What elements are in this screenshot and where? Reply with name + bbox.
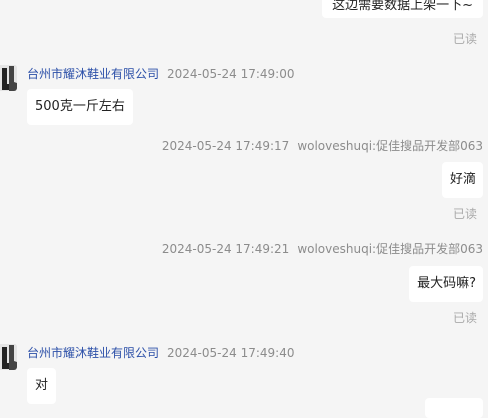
message-time: 2024-05-24 17:49:21	[161, 242, 290, 256]
sender-name[interactable]: 台州市耀沐鞋业有限公司	[27, 67, 159, 81]
message-text: 500克一斤左右	[35, 99, 125, 114]
read-status: 已读	[452, 311, 477, 325]
boot-icon	[0, 344, 17, 370]
message-header: 台州市耀沐鞋业有限公司 2024-05-24 17:49:00	[27, 65, 294, 82]
message-header: 2024-05-24 17:49:17 woloveshuqi:促佳搜品开发部06…	[162, 137, 483, 154]
outgoing-message-bubble: 好滴	[441, 162, 483, 198]
sender-name: woloveshuqi:促佳搜品开发部063	[297, 139, 483, 153]
outgoing-message-bubble	[425, 398, 483, 418]
message-text: 这边需要数据上架一下~	[332, 0, 473, 13]
message-header: 2024-05-24 17:49:21 woloveshuqi:促佳搜品开发部06…	[162, 240, 483, 257]
message-text: 好滴	[449, 172, 476, 187]
outgoing-message-bubble: 最大码嘛?	[409, 266, 483, 302]
message-time: 2024-05-24 17:49:17	[161, 139, 290, 153]
outgoing-message-bubble: 这边需要数据上架一下~	[322, 0, 483, 18]
incoming-message-bubble: 500克一斤左右	[27, 89, 133, 125]
avatar[interactable]	[0, 65, 17, 91]
boot-icon	[0, 65, 17, 91]
sender-name: woloveshuqi:促佳搜品开发部063	[297, 242, 483, 256]
read-status: 已读	[452, 207, 477, 221]
message-time: 2024-05-24 17:49:00	[167, 67, 295, 81]
message-time: 2024-05-24 17:49:40	[167, 346, 295, 360]
avatar[interactable]	[0, 344, 17, 370]
message-header: 台州市耀沐鞋业有限公司 2024-05-24 17:49:40	[27, 344, 294, 361]
message-text: 对	[35, 378, 49, 393]
read-status: 已读	[452, 32, 477, 46]
sender-name[interactable]: 台州市耀沐鞋业有限公司	[27, 346, 159, 360]
message-text: 最大码嘛?	[417, 276, 476, 291]
incoming-message-bubble: 对	[27, 368, 57, 404]
